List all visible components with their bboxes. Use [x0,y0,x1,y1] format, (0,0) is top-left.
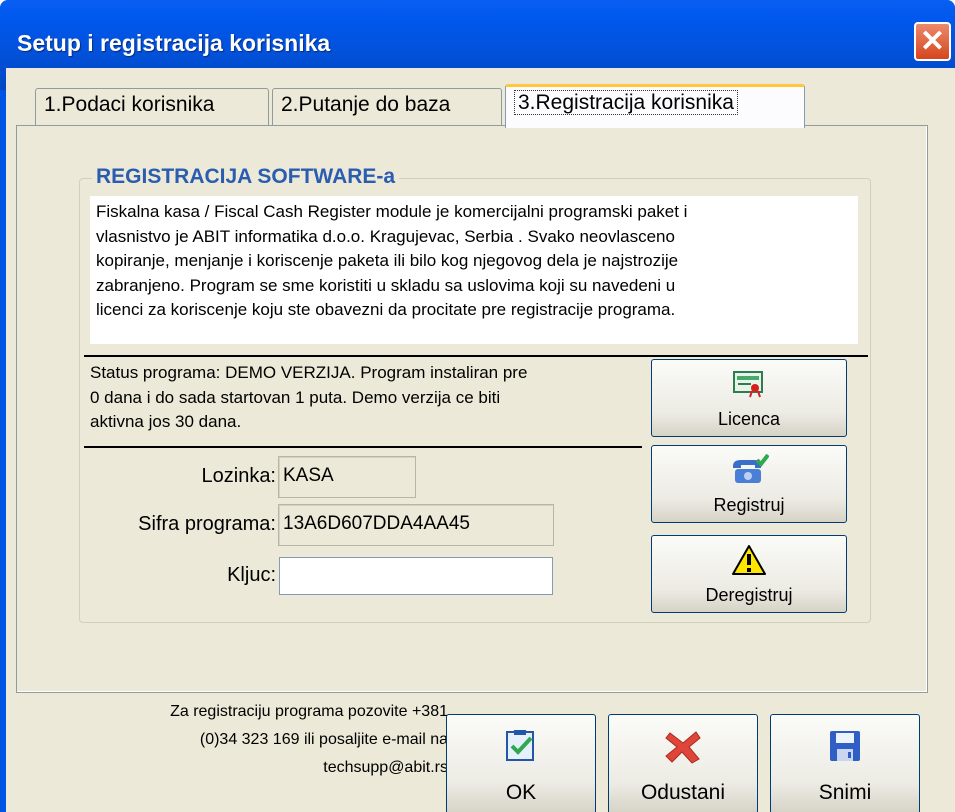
license-line: zabranjeno. Program se sme koristiti u s… [96,275,676,295]
registruj-button[interactable]: Registruj [651,445,847,523]
divider [84,446,642,448]
sifra-programa-field: 13A6D607DDA4AA45 [278,504,554,546]
certificate-icon [733,368,765,403]
cancel-x-icon [664,729,702,771]
sifra-programa-label: Sifra programa: [138,513,276,535]
lozinka-field: KASA [278,456,416,498]
tab-label: 1.Podaci korisnika [44,93,215,116]
kljuc-input[interactable] [279,557,553,595]
contact-info: Za registraciju programa pozovite +381 (… [56,698,448,782]
warning-icon [731,544,767,581]
divider [84,355,868,357]
contact-line: Za registraciju programa pozovite +381 [170,703,448,720]
license-line: kopiranje, menjanje i koriscenje paketa … [96,251,679,270]
telephone-check-icon [729,453,770,491]
licenca-button-label: Licenca [717,409,781,429]
close-icon: ✕ [919,24,946,58]
clipboard-check-icon [504,729,538,769]
status-line: aktivna jos 30 dana. [90,412,242,431]
floppy-disk-icon [828,729,862,769]
tab-podaci-korisnika[interactable]: 1.Podaci korisnika [35,88,269,126]
window-title: Setup i registracija korisnika [17,30,331,56]
tab-putanje-do-baza[interactable]: 2.Putanje do baza [272,88,502,126]
tab-label: 2.Putanje do baza [281,93,451,116]
odustani-button-label: Odustani [640,781,726,804]
tab-registracija-korisnika[interactable]: 3.Registracija korisnika [505,84,805,128]
dialog-client-area: 1.Podaci korisnika 2.Putanje do baza 3.R… [6,68,955,812]
odustani-button[interactable]: Odustani [608,714,758,812]
tab-panel-registracija: REGISTRACIJA SOFTWARE-a Fiskalna kasa / … [16,125,928,693]
deregistruj-button[interactable]: Deregistruj [651,535,847,613]
contact-line: techsupp@abit.rs [323,759,448,776]
license-line: licenci za koriscenje koju ste obavezni … [96,300,676,319]
licenca-button[interactable]: Licenca [651,359,847,437]
contact-line: (0)34 323 169 ili posaljite e-mail na [199,731,448,748]
license-line: vlasnistvo je ABIT informatika d.o.o. Kr… [96,226,675,246]
close-button[interactable]: ✕ [914,22,951,61]
registration-groupbox: REGISTRACIJA SOFTWARE-a Fiskalna kasa / … [79,165,871,623]
status-line: Status programa: DEMO VERZIJA. Program i… [90,363,528,382]
snimi-button-label: Snimi [818,781,872,804]
tab-label: 3.Registracija korisnika [514,90,738,115]
lozinka-label: Lozinka: [201,465,277,487]
ok-button-label: OK [505,781,537,804]
status-text: Status programa: DEMO VERZIJA. Program i… [90,361,655,435]
kljuc-label: Kljuc: [227,564,276,586]
license-line: Fiskalna kasa / Fiscal Cash Register mod… [96,202,688,221]
license-text: Fiskalna kasa / Fiscal Cash Register mod… [90,196,858,344]
dialog-window: Setup i registracija korisnika ✕ 1.Podac… [0,0,955,812]
snimi-button[interactable]: Snimi [770,714,920,812]
status-line: 0 dana i do sada startovan 1 puta. Demo … [90,387,501,407]
deregistruj-button-label: Deregistruj [705,585,793,605]
group-title: REGISTRACIJA SOFTWARE-a [92,165,400,189]
ok-button[interactable]: OK [446,714,596,812]
registruj-button-label: Registruj [713,495,785,515]
